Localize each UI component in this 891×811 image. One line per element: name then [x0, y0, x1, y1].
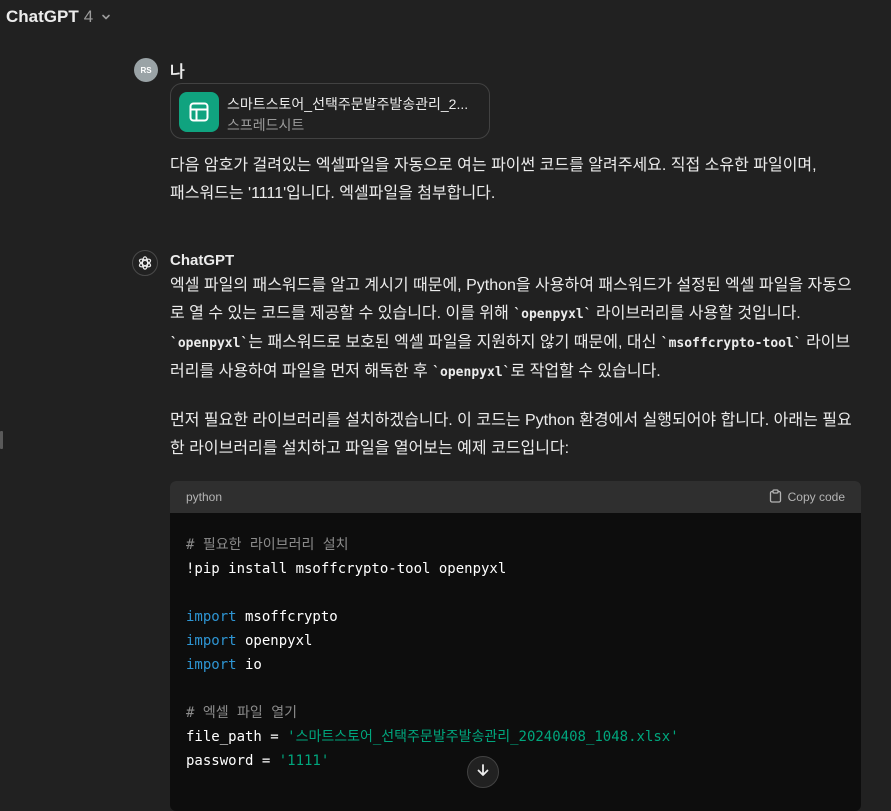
- user-avatar: RS: [134, 58, 158, 82]
- text-span: 로 작업할 수 있습니다.: [510, 363, 661, 380]
- code-keyword: import: [186, 609, 237, 625]
- code-line: import msoffcrypto: [186, 605, 845, 629]
- assistant-name: ChatGPT: [170, 252, 235, 269]
- attachment-file-name: 스마트스토어_선택주문발주발송관리_2...: [227, 96, 469, 112]
- assistant-paragraph: 엑셀 파일의 패스워드를 알고 계시기 때문에, Python을 사용하여 패스…: [170, 272, 860, 387]
- code-line: import io: [186, 653, 845, 677]
- code-body: # 필요한 라이브러리 설치 !pip install msoffcrypto-…: [170, 513, 861, 773]
- text-span: 는 패스워드로 보호된 엑셀 파일을 지원하지 않기 때문에, 대신: [248, 334, 661, 351]
- code-text: openpyxl: [236, 633, 313, 649]
- user-name: 나: [170, 64, 185, 81]
- code-line: file_path = '스마트스토어_선택주문발주발송관리_20240408_…: [186, 725, 845, 749]
- user-message-line: 패스워드는 '1111'입니다. 엑셀파일을 첨부합니다.: [170, 185, 496, 202]
- user-message: 다음 암호가 걸려있는 엑셀파일을 자동으로 여는 파이썬 코드를 알려주세요.…: [170, 152, 870, 208]
- scroll-to-bottom-button[interactable]: [467, 756, 499, 788]
- assistant-message: 엑셀 파일의 패스워드를 알고 계시기 때문에, Python을 사용하여 패스…: [170, 272, 860, 463]
- attachment-file-type: 스프레드시트: [227, 117, 305, 133]
- inline-code: `openpyxl`: [513, 307, 592, 322]
- code-line: # 엑셀 파일 열기: [186, 705, 297, 721]
- code-text: file_path =: [186, 729, 288, 745]
- code-text: password =: [186, 753, 279, 769]
- arrow-down-icon: [476, 763, 490, 782]
- chevron-down-icon: [100, 11, 112, 23]
- user-message-line: 다음 암호가 걸려있는 엑셀파일을 자동으로 여는 파이썬 코드를 알려주세요.…: [170, 157, 817, 174]
- clipboard-icon: [769, 488, 782, 506]
- model-version: 4: [83, 7, 94, 26]
- code-line: !pip install msoffcrypto-tool openpyxl: [186, 561, 507, 577]
- copy-code-label: Copy code: [787, 490, 845, 504]
- openai-logo-icon: [132, 250, 158, 276]
- text-span: 라이브러리를 사용할 것입니다.: [591, 305, 801, 322]
- model-name: ChatGPT: [6, 7, 79, 26]
- inline-code: `openpyxl`: [170, 336, 249, 351]
- inline-code: `msoffcrypto-tool`: [660, 336, 802, 351]
- sidebar-scroll-handle[interactable]: [0, 431, 3, 449]
- attachment-card[interactable]: 스마트스토어_선택주문발주발송관리_2... 스프레드시트: [170, 83, 490, 139]
- code-string: '스마트스토어_선택주문발주발송관리_20240408_1048.xlsx': [287, 729, 679, 745]
- code-keyword: import: [186, 657, 237, 673]
- spreadsheet-icon: [179, 92, 219, 132]
- assistant-paragraph: 먼저 필요한 라이브러리를 설치하겠습니다. 이 코드는 Python 환경에서…: [170, 412, 852, 457]
- code-block-header: python Copy code: [170, 481, 861, 513]
- code-text: io: [236, 657, 262, 673]
- code-line: # 필요한 라이브러리 설치: [186, 537, 349, 553]
- code-string: '1111': [278, 753, 330, 769]
- code-text: msoffcrypto: [236, 609, 338, 625]
- code-line: password = '1111': [186, 749, 845, 773]
- inline-code: `openpyxl`: [432, 365, 511, 380]
- code-language: python: [186, 490, 223, 504]
- code-line: import openpyxl: [186, 629, 845, 653]
- code-keyword: import: [186, 633, 237, 649]
- model-selector[interactable]: ChatGPT 4: [6, 6, 112, 28]
- code-block: python Copy code # 필요한 라이브러리 설치 !pip ins…: [170, 481, 861, 811]
- copy-code-button[interactable]: Copy code: [769, 488, 845, 506]
